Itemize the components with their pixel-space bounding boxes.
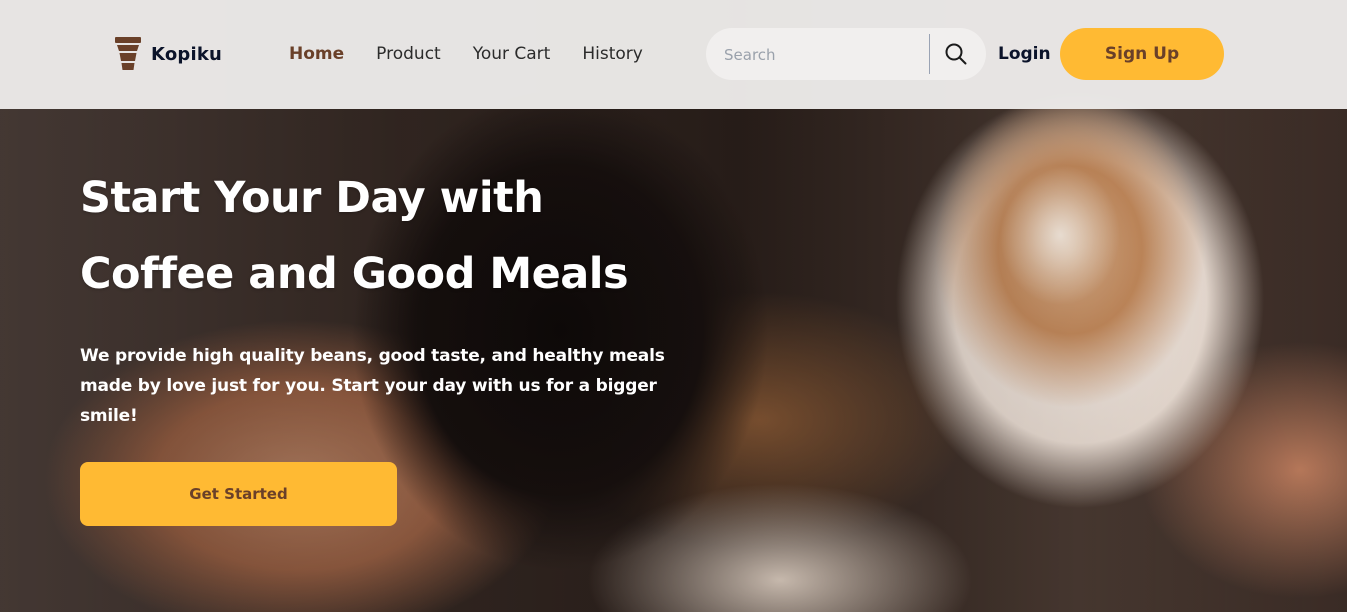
nav-item-product[interactable]: Product (376, 42, 441, 66)
login-link[interactable]: Login (998, 42, 1051, 66)
hero-title: Start Your Day with Coffee and Good Meal… (80, 160, 780, 312)
hero-title-line-1: Start Your Day with (80, 173, 544, 223)
search-bar (706, 28, 986, 80)
main-nav: Home Product Your Cart History (289, 42, 675, 66)
sign-up-button[interactable]: Sign Up (1060, 28, 1224, 80)
search-input[interactable] (722, 42, 926, 68)
nav-item-history[interactable]: History (582, 42, 642, 66)
hero-description: We provide high quality beans, good tast… (80, 346, 665, 426)
search-divider (929, 34, 930, 74)
top-navbar: Kopiku Home Product Your Cart History Lo… (0, 0, 1347, 109)
nav-item-your-cart[interactable]: Your Cart (473, 42, 551, 66)
nav-item-home[interactable]: Home (289, 42, 344, 66)
get-started-button[interactable]: Get Started (80, 462, 397, 526)
brand-name: Kopiku (151, 43, 223, 65)
brand-logo[interactable]: Kopiku (113, 37, 222, 71)
coffee-cup-icon (115, 37, 141, 70)
search-icon[interactable] (942, 40, 970, 68)
hero-title-line-2: Coffee and Good Meals (80, 249, 629, 299)
